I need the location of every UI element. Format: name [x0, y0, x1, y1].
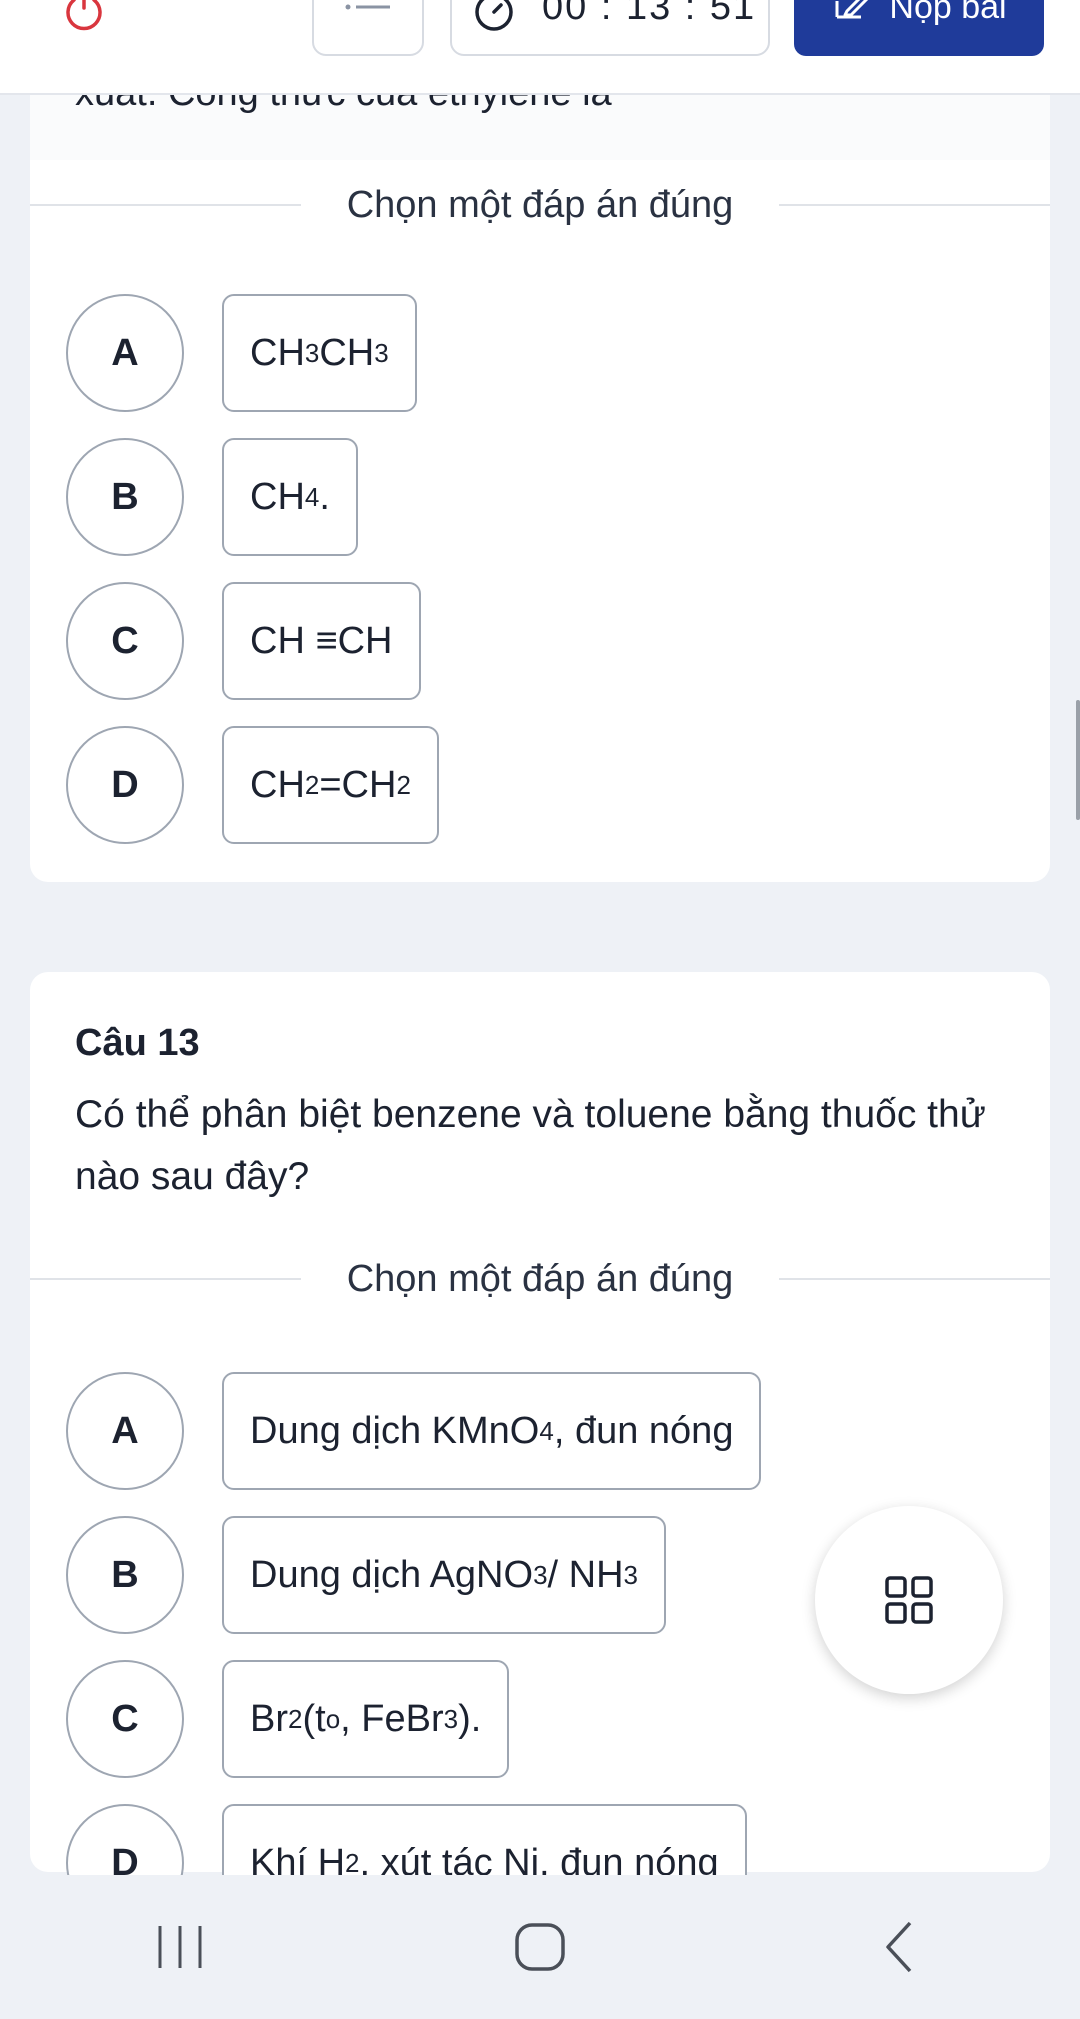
- question-card-13: Câu 13 Có thể phân biệt benzene và tolue…: [30, 972, 1050, 1922]
- back-icon: [886, 1921, 912, 1973]
- option-letter[interactable]: C: [66, 1660, 184, 1778]
- divider: [779, 1278, 1050, 1280]
- option-d[interactable]: D CH 2 =CH 2: [66, 726, 439, 844]
- system-nav-bar: [0, 1875, 1080, 2019]
- option-a[interactable]: A CH 3 CH 3: [66, 294, 417, 412]
- home-icon: [515, 1923, 565, 1971]
- back-button[interactable]: [840, 1897, 960, 1997]
- power-icon[interactable]: [60, 0, 108, 34]
- option-letter[interactable]: B: [66, 438, 184, 556]
- submit-label: Nộp bài: [889, 0, 1007, 26]
- option-letter[interactable]: A: [66, 294, 184, 412]
- answer-prompt: Chọn một đáp án đúng: [346, 183, 734, 226]
- option-b[interactable]: B Dung dịch AgNO 3/ NH 3: [66, 1516, 666, 1634]
- question-title: Câu 13: [75, 1022, 200, 1064]
- option-text[interactable]: CH ≡CH: [222, 582, 421, 700]
- question-list-button[interactable]: [312, 0, 424, 56]
- option-letter[interactable]: B: [66, 1516, 184, 1634]
- edit-icon: [835, 0, 869, 19]
- submit-button[interactable]: Nộp bài: [794, 0, 1044, 56]
- divider: [30, 204, 301, 206]
- stopwatch-icon: [475, 0, 513, 31]
- answer-prompt-row: Chọn một đáp án đúng: [30, 1254, 1050, 1304]
- option-letter[interactable]: D: [66, 726, 184, 844]
- option-c[interactable]: C CH ≡CH: [66, 582, 421, 700]
- timer: 00 : 13 : 51: [450, 0, 770, 56]
- scrollbar[interactable]: [1076, 700, 1080, 820]
- timer-text: 00 : 13 : 51: [542, 0, 757, 28]
- question-card-previous: Chọn một đáp án đúng A CH 3 CH 3 B CH 4. C C…: [30, 40, 1050, 882]
- option-text[interactable]: Dung dịch KMnO 4, đun nóng: [222, 1372, 762, 1490]
- answer-prompt: Chọn một đáp án đúng: [346, 1257, 734, 1300]
- option-text[interactable]: CH 4.: [222, 438, 358, 556]
- divider: [779, 204, 1050, 206]
- option-text[interactable]: CH 3 CH 3: [222, 294, 417, 412]
- option-text[interactable]: Dung dịch AgNO 3/ NH 3: [222, 1516, 666, 1634]
- question-grid-button[interactable]: [815, 1506, 1003, 1694]
- option-b[interactable]: B CH 4.: [66, 438, 358, 556]
- top-bar: 00 : 13 : 51 Nộp bài: [0, 0, 1080, 95]
- recent-apps-button[interactable]: [120, 1897, 240, 1997]
- option-text[interactable]: Br 2 (t o, FeBr 3).: [222, 1660, 510, 1778]
- option-c[interactable]: C Br 2 (t o, FeBr 3).: [66, 1660, 510, 1778]
- answer-prompt-row: Chọn một đáp án đúng: [30, 180, 1050, 230]
- option-letter[interactable]: C: [66, 582, 184, 700]
- option-text[interactable]: CH 2 =CH 2: [222, 726, 439, 844]
- divider: [30, 1278, 301, 1280]
- grid-icon: [885, 1576, 933, 1624]
- option-letter[interactable]: A: [66, 1372, 184, 1490]
- question-text: Có thể phân biệt benzene và toluene bằng…: [75, 1093, 986, 1198]
- recent-apps-icon: [158, 1926, 202, 1968]
- home-button[interactable]: [480, 1897, 600, 1997]
- menu-list-icon: [345, 4, 390, 10]
- option-a[interactable]: A Dung dịch KMnO 4, đun nóng: [66, 1372, 762, 1490]
